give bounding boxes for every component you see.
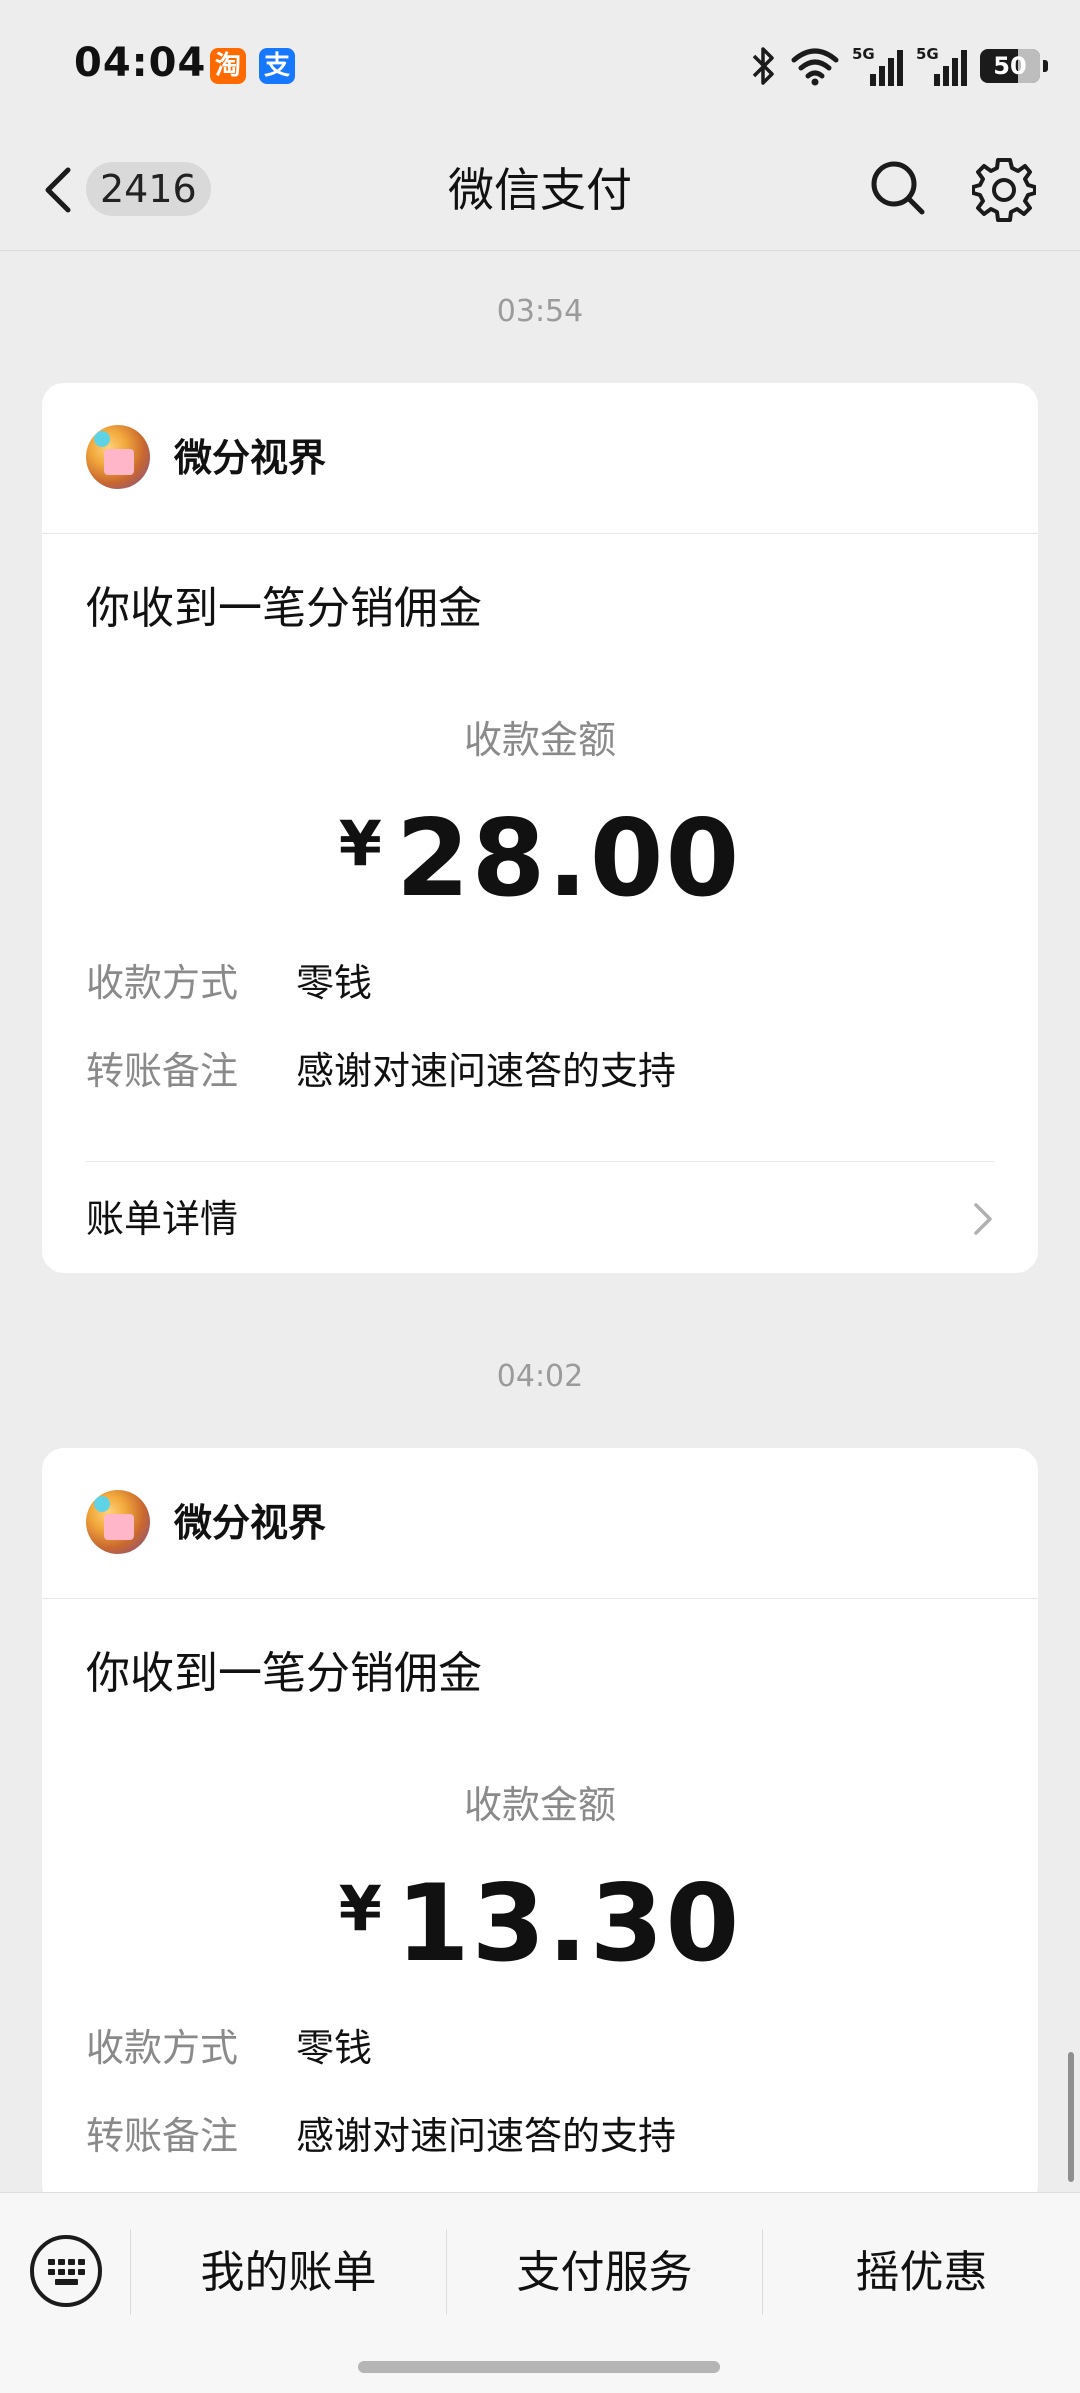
merchant-name: 微分视界 [174, 1501, 327, 1545]
merchant-avatar[interactable] [86, 1490, 150, 1554]
notification-title: 你收到一笔分销佣金 [86, 1648, 482, 1699]
row-value: 零钱 [296, 2026, 373, 2070]
payment-notification-card[interactable]: 微分视界 你收到一笔分销佣金 收款金额 ¥28.00 收款方式 零钱 转账备注 感谢… [42, 383, 1038, 1273]
amount-value: ¥28.00 [42, 797, 1038, 920]
battery-icon: 50 [980, 49, 1048, 83]
search-button[interactable] [868, 156, 928, 220]
gear-icon [971, 158, 1037, 222]
menu-my-bills[interactable]: 我的账单 [131, 2233, 446, 2313]
bill-details-link[interactable]: 账单详情 [86, 1193, 994, 1245]
currency-symbol: ¥ [338, 1872, 382, 1945]
bluetooth-icon [748, 45, 778, 87]
row-key: 转账备注 [86, 2114, 239, 2158]
search-icon [871, 161, 925, 215]
battery-level: 50 [993, 52, 1027, 80]
keyboard-icon [30, 2235, 102, 2307]
merchant-name: 微分视界 [174, 436, 327, 480]
row-value: 感谢对速问速答的支持 [296, 2114, 677, 2158]
row-key: 收款方式 [86, 2026, 239, 2070]
amount-number: 13.30 [395, 1862, 742, 1985]
message-timestamp: 03:54 [496, 294, 584, 329]
signal-5g-icon: 5G [916, 44, 968, 88]
network-label: 5G [916, 45, 939, 63]
row-key: 转账备注 [86, 1049, 239, 1093]
merchant-avatar[interactable] [86, 425, 150, 489]
transfer-note-row: 转账备注 感谢对速问速答的支持 [86, 1045, 676, 1097]
bill-details-label: 账单详情 [86, 1197, 239, 1241]
settings-button[interactable] [971, 154, 1037, 222]
chevron-right-icon [974, 1203, 992, 1235]
row-key: 收款方式 [86, 961, 239, 1005]
alipay-icon: 支 [259, 48, 295, 84]
scrollbar[interactable] [1068, 2052, 1074, 2182]
message-timestamp: 04:02 [496, 1359, 584, 1394]
status-time: 04:04 [74, 40, 207, 86]
network-label: 5G [852, 45, 875, 63]
amount-label: 收款金额 [463, 718, 616, 762]
row-value: 感谢对速问速答的支持 [296, 1049, 677, 1093]
payment-notification-card[interactable]: 微分视界 你收到一笔分销佣金 收款金额 ¥13.30 收款方式 零钱 转账备注 感谢… [42, 1448, 1038, 2208]
notification-title: 你收到一笔分销佣金 [86, 583, 482, 634]
amount-label: 收款金额 [463, 1783, 616, 1827]
taobao-icon: 淘 [210, 48, 246, 84]
keyboard-toggle-button[interactable] [28, 2233, 104, 2309]
nav-bar: 2416 微信支付 [0, 130, 1080, 251]
signal-5g-icon: 5G [852, 44, 904, 88]
transfer-note-row: 转账备注 感谢对速问速答的支持 [86, 2110, 676, 2162]
menu-payment-services[interactable]: 支付服务 [447, 2233, 762, 2313]
divider [86, 1161, 994, 1162]
payment-method-row: 收款方式 零钱 [86, 2022, 372, 2074]
status-bar: 04:04 淘 支 5G 5G 50 [0, 0, 1080, 130]
currency-symbol: ¥ [338, 807, 382, 880]
payment-method-row: 收款方式 零钱 [86, 957, 372, 1009]
amount-value: ¥13.30 [42, 1862, 1038, 1985]
card-header: 微分视界 [42, 383, 1038, 534]
wifi-icon [790, 46, 840, 86]
home-indicator[interactable] [358, 2361, 720, 2373]
menu-shake-discounts[interactable]: 摇优惠 [763, 2233, 1080, 2313]
card-header: 微分视界 [42, 1448, 1038, 1599]
bottom-menu-bar: 我的账单 支付服务 摇优惠 [0, 2192, 1080, 2393]
amount-number: 28.00 [395, 797, 742, 920]
row-value: 零钱 [296, 961, 373, 1005]
